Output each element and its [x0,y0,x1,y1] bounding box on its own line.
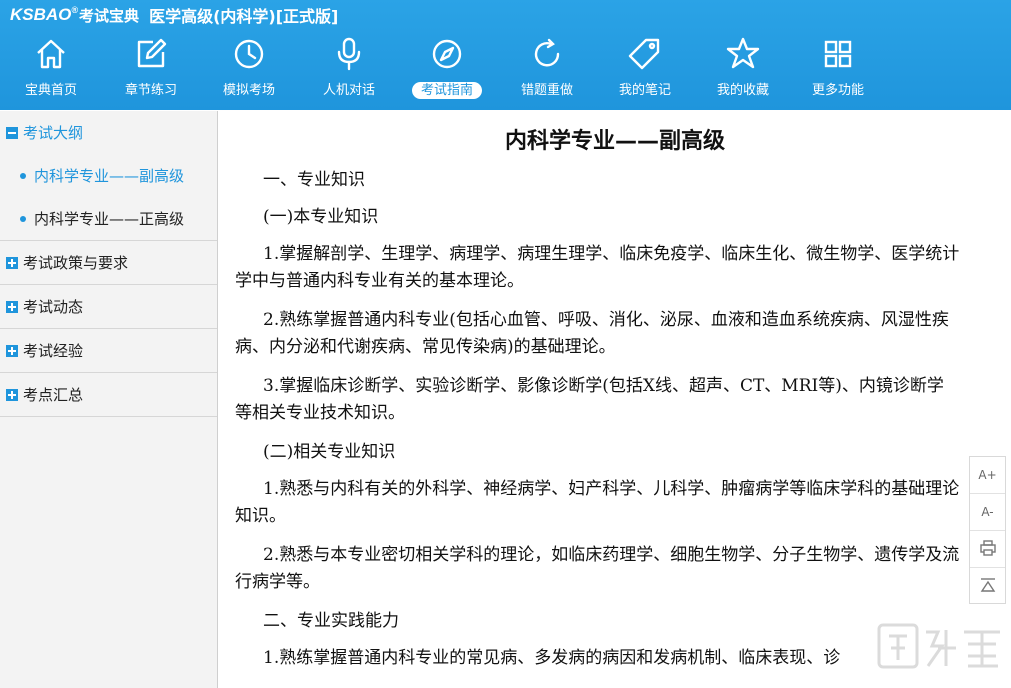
nav-item-dialogue[interactable]: 人机对话 [304,32,394,106]
back-to-top-button[interactable] [970,568,1005,605]
bullet-icon [20,172,26,179]
home-icon [33,36,69,72]
sidebar-item-label: 内科学专业——正高级 [34,210,185,228]
nav-item-redo-errors[interactable]: 错题重做 [502,32,592,106]
site-watermark [876,622,1006,674]
sidebar-head-label: 考试经验 [23,342,84,360]
nav-label: 模拟考场 [222,83,275,98]
nav-label: 人机对话 [322,83,375,98]
nav-item-home[interactable]: 宝典首页 [6,32,96,106]
clock-icon [231,36,267,72]
expand-icon [6,300,18,313]
document-body: 一、专业知识 (一)本专业知识 1.掌握解剖学、生理学、病理学、病理生理学、临床… [235,167,960,684]
microphone-icon [331,36,367,72]
font-increase-button[interactable]: A+ [970,457,1005,494]
paragraph: 2.熟悉与本专业密切相关学科的理论，如临床药理学、细胞生物学、分子生物学、遗传学… [235,545,960,592]
paragraph: 1.熟练掌握普通内科专业的常见病、多发病的病因和发病机制、临床表现、诊 [263,648,841,668]
reader-tools: A+ A- [969,456,1006,604]
back-to-top-icon [979,576,997,597]
nav-label: 我的笔记 [618,83,671,98]
nav-label: 章节练习 [124,83,177,98]
nav-label: 宝典首页 [24,83,77,98]
sidebar-group-summary: 考点汇总 [0,373,217,417]
sidebar-group-experience: 考试经验 [0,329,217,373]
app-header: KSBAO® 考试宝典 医学高级(内科学)[正式版] 宝典首页 章节练习 模拟考… [0,0,1011,110]
subsection-heading: (二)相关专业知识 [263,442,396,462]
expand-icon [6,344,18,357]
sidebar-group-policy: 考试政策与要求 [0,241,217,285]
sidebar-group-news: 考试动态 [0,285,217,329]
sidebar-group-outline: 考试大纲 内科学专业——副高级 内科学专业——正高级 [0,111,217,241]
content-panel: 内科学专业——副高级 一、专业知识 (一)本专业知识 1.掌握解剖学、生理学、病… [219,111,1011,688]
collapse-icon [6,126,18,139]
bullet-icon [20,215,26,222]
expand-icon [6,256,18,269]
paragraph: 1.掌握解剖学、生理学、病理学、病理生理学、临床免疫学、临床生化、微生物学、医学… [235,244,960,291]
expand-icon [6,388,18,401]
sidebar-head-experience[interactable]: 考试经验 [0,329,217,372]
nav-item-chapter-practice[interactable]: 章节练习 [106,32,196,106]
main-nav: 宝典首页 章节练习 模拟考场 人机对话 考试指南 错题重做 我的笔记 我的收藏 … [0,32,1011,106]
title-bar: KSBAO® 考试宝典 医学高级(内科学)[正式版] [0,0,1011,30]
document-title: 内科学专业——副高级 [504,129,725,154]
compass-icon [429,36,465,72]
subsection-heading: (一)本专业知识 [263,207,379,227]
star-icon [725,36,761,72]
nav-item-exam-guide[interactable]: 考试指南 [402,32,492,106]
nav-item-favorites[interactable]: 我的收藏 [698,32,788,106]
nav-label: 错题重做 [520,83,573,98]
nav-item-notes[interactable]: 我的笔记 [600,32,690,106]
sidebar-item-senior[interactable]: 内科学专业——正高级 [0,197,217,240]
sidebar-item-label: 内科学专业——副高级 [34,167,185,185]
sidebar-head-label: 考点汇总 [23,386,84,404]
nav-label: 更多功能 [811,83,864,98]
edit-icon [133,36,169,72]
sidebar-head-label: 考试大纲 [23,124,84,142]
refresh-icon [529,36,565,72]
paragraph: 2.熟练掌握普通内科专业(包括心血管、呼吸、消化、泌尿、血液和造血系统疾病、风湿… [235,310,949,357]
sidebar-head-news[interactable]: 考试动态 [0,285,217,328]
sidebar-head-label: 考试动态 [23,298,84,316]
ksbao-logo: KSBAO® [10,5,79,24]
tag-icon [627,36,663,72]
font-decrease-button[interactable]: A- [970,494,1005,531]
paragraph: 1.熟悉与内科有关的外科学、神经病学、妇产科学、儿科学、肿瘤病学等临床学科的基础… [235,479,960,526]
sidebar-head-label: 考试政策与要求 [23,254,129,272]
nav-item-mock-exam[interactable]: 模拟考场 [204,32,294,106]
nav-item-more[interactable]: 更多功能 [793,32,883,106]
nav-label: 我的收藏 [716,83,769,98]
sidebar-head-summary[interactable]: 考点汇总 [0,373,217,416]
nav-label: 考试指南 [402,82,492,100]
print-icon [979,539,997,560]
grid-icon [820,36,856,72]
sidebar-item-deputy-senior[interactable]: 内科学专业——副高级 [0,154,217,197]
app-title: 医学高级(内科学)[正式版] [149,7,339,26]
brand-name: 考试宝典 [79,6,140,25]
sidebar-head-policy[interactable]: 考试政策与要求 [0,241,217,284]
section-heading: 二、专业实践能力 [263,611,399,631]
paragraph: 3.掌握临床诊断学、实验诊断学、影像诊断学(包括X线、超声、CT、MRI等)、内… [235,376,944,423]
sidebar-head-outline[interactable]: 考试大纲 [0,111,217,154]
sidebar: 考试大纲 内科学专业——副高级 内科学专业——正高级 考试政策与要求 考试动态 … [0,111,218,688]
section-heading: 一、专业知识 [263,170,365,190]
print-button[interactable] [970,531,1005,568]
